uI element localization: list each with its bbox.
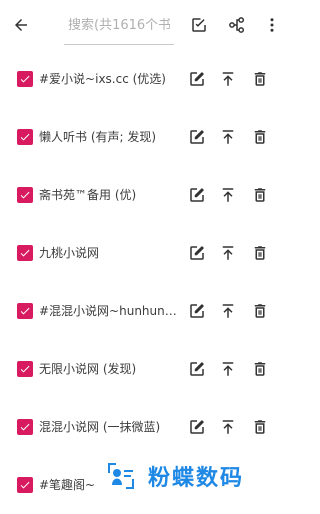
group-icon[interactable] [224, 12, 250, 38]
checkbox[interactable] [17, 245, 33, 261]
delete-icon[interactable] [248, 125, 272, 149]
source-name: 混混小说网 (一抹微蓝) [39, 420, 161, 434]
search-box[interactable] [64, 10, 174, 45]
watermark-text: 粉蝶数码 [148, 466, 245, 491]
list-item[interactable]: 斋书苑™备用 (优) [0, 166, 289, 224]
checkbox[interactable] [17, 129, 33, 145]
book-source-list: #爱小说~ixs.cc (优选) 懒人听书 (有声; 发现) 斋书苑™备用 (优… [0, 50, 289, 514]
edit-icon[interactable] [185, 357, 209, 381]
checkbox[interactable] [17, 71, 33, 87]
move-to-top-icon[interactable] [216, 415, 240, 439]
source-name: #混混小说网~hunhun520.com [39, 304, 179, 318]
list-item[interactable]: #混混小说网~hunhun520.com [0, 282, 289, 340]
checkbox[interactable] [17, 477, 33, 493]
checkbox[interactable] [17, 303, 33, 319]
source-name: 九桃小说网 [39, 246, 100, 260]
list-item[interactable]: 九桃小说网 [0, 224, 289, 282]
move-to-top-icon[interactable] [216, 241, 240, 265]
source-name: 无限小说网 (发现) [39, 362, 137, 376]
move-to-top-icon[interactable] [216, 357, 240, 381]
delete-icon[interactable] [248, 183, 272, 207]
source-name: 斋书苑™备用 (优) [39, 188, 137, 202]
edit-icon[interactable] [185, 125, 209, 149]
delete-icon[interactable] [248, 415, 272, 439]
checkbox[interactable] [17, 419, 33, 435]
top-app-bar [0, 0, 289, 50]
delete-icon[interactable] [248, 67, 272, 91]
list-item[interactable]: #爱小说~ixs.cc (优选) [0, 50, 289, 108]
move-to-top-icon[interactable] [216, 183, 240, 207]
delete-icon[interactable] [248, 241, 272, 265]
watermark-logo-icon [108, 463, 134, 489]
list-item[interactable]: 懒人听书 (有声; 发现) [0, 108, 289, 166]
checkbox[interactable] [17, 361, 33, 377]
edit-icon[interactable] [185, 299, 209, 323]
edit-icon[interactable] [185, 415, 209, 439]
search-input[interactable] [64, 10, 174, 40]
edit-icon[interactable] [185, 67, 209, 91]
move-to-top-icon[interactable] [216, 299, 240, 323]
move-to-top-icon[interactable] [216, 67, 240, 91]
checkbox[interactable] [17, 187, 33, 203]
watermark: 粉蝶数码 [98, 452, 289, 500]
select-all-icon[interactable] [186, 12, 212, 38]
list-item[interactable]: 混混小说网 (一抹微蓝) [0, 398, 289, 456]
delete-icon[interactable] [248, 299, 272, 323]
source-name: 懒人听书 (有声; 发现) [39, 130, 157, 144]
back-arrow-icon[interactable] [8, 12, 34, 38]
more-options-icon[interactable] [259, 12, 285, 38]
list-item[interactable]: 无限小说网 (发现) [0, 340, 289, 398]
move-to-top-icon[interactable] [216, 125, 240, 149]
delete-icon[interactable] [248, 357, 272, 381]
source-name: #爱小说~ixs.cc (优选) [39, 72, 166, 86]
edit-icon[interactable] [185, 183, 209, 207]
edit-icon[interactable] [185, 241, 209, 265]
